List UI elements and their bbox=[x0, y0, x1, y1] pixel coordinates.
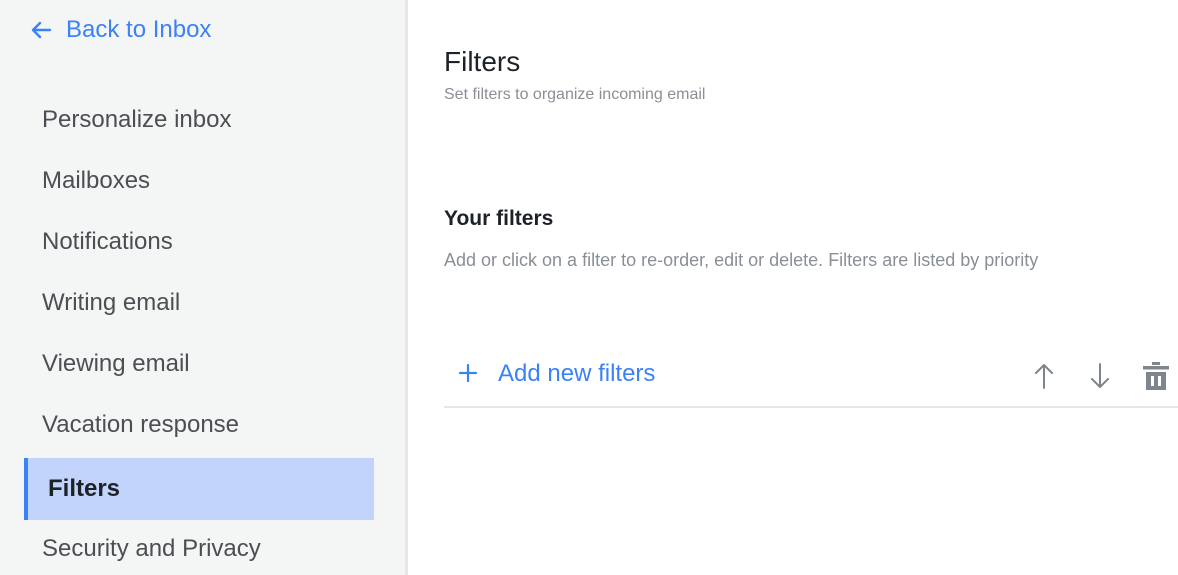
plus-icon bbox=[458, 362, 478, 386]
add-new-filters-button[interactable]: Add new filters bbox=[458, 360, 655, 388]
sidebar-item-label: Personalize inbox bbox=[42, 106, 232, 133]
page-subtitle: Set filters to organize incoming email bbox=[444, 86, 706, 103]
sidebar-item-label: Viewing email bbox=[42, 350, 190, 377]
sidebar-item-label: Mailboxes bbox=[42, 167, 151, 194]
settings-page: Back to Inbox Personalize inbox Mailboxe… bbox=[0, 0, 1178, 575]
sidebar-item-personalize-inbox[interactable]: Personalize inbox bbox=[24, 89, 374, 151]
sidebar-item-security-and-privacy[interactable]: Security and Privacy bbox=[24, 518, 374, 575]
trash-icon[interactable] bbox=[1142, 360, 1170, 392]
add-new-filters-label: Add new filters bbox=[498, 360, 656, 387]
sidebar-item-viewing-email[interactable]: Viewing email bbox=[24, 333, 374, 395]
sidebar-item-writing-email[interactable]: Writing email bbox=[24, 272, 374, 334]
sidebar-item-vacation-response[interactable]: Vacation response bbox=[24, 394, 374, 456]
settings-sidebar: Back to Inbox Personalize inbox Mailboxe… bbox=[0, 0, 408, 575]
page-title: Filters bbox=[444, 46, 521, 77]
filter-toolbar: Add new filters bbox=[444, 340, 1178, 408]
sidebar-item-label: Filters bbox=[48, 475, 121, 502]
sidebar-item-filters[interactable]: Filters bbox=[24, 458, 374, 520]
arrow-left-icon bbox=[30, 19, 52, 41]
sidebar-item-label: Vacation response bbox=[42, 411, 240, 438]
sidebar-item-mailboxes[interactable]: Mailboxes bbox=[24, 150, 374, 212]
sidebar-item-label: Notifications bbox=[42, 228, 173, 255]
sidebar-item-label: Security and Privacy bbox=[42, 535, 261, 562]
filters-panel: Filters Set filters to organize incoming… bbox=[444, 0, 1178, 575]
section-description: Add or click on a filter to re-order, ed… bbox=[444, 250, 1039, 270]
arrow-down-icon[interactable] bbox=[1086, 360, 1114, 392]
filter-actions bbox=[1002, 360, 1170, 392]
back-to-inbox-link[interactable]: Back to Inbox bbox=[30, 16, 211, 44]
section-title: Your filters bbox=[444, 207, 554, 230]
arrow-up-icon[interactable] bbox=[1030, 360, 1058, 392]
sidebar-item-label: Writing email bbox=[42, 289, 181, 316]
sidebar-item-notifications[interactable]: Notifications bbox=[24, 211, 374, 273]
back-to-inbox-label: Back to Inbox bbox=[66, 16, 212, 43]
